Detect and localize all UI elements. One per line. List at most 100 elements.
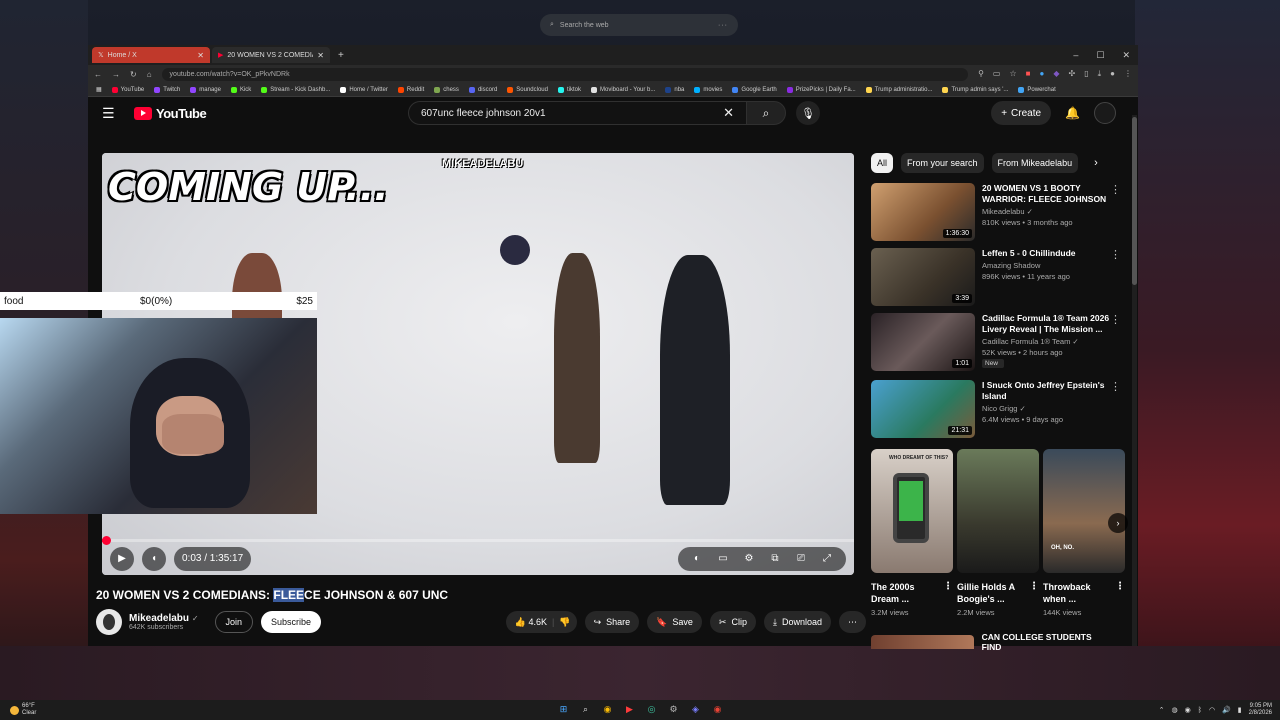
hamburger-menu-icon[interactable]: ☰ (102, 105, 122, 122)
recommendation-channel[interactable]: Amazing Shadow (982, 261, 1112, 270)
recommendation-channel[interactable]: Cadillac Formula 1® Team ✓ (982, 337, 1112, 346)
recommendation-channel[interactable]: Mikeadelabu ✓ (982, 207, 1112, 216)
recommendation-channel[interactable]: Nico Grigg ✓ (982, 404, 1112, 413)
short-title[interactable]: Throwback when ... ⋮ (1043, 581, 1125, 607)
close-icon[interactable]: ✕ (197, 51, 204, 60)
like-button[interactable]: 👍 4.6K (515, 617, 547, 628)
start-windows-icon[interactable]: ⊞ (556, 702, 571, 717)
bookmark-item[interactable]: movies (694, 86, 722, 93)
short-thumbnail[interactable]: OH, NO. (1043, 449, 1125, 573)
chip-from-your-search[interactable]: From your search (901, 153, 984, 173)
video-thumbnail[interactable]: 1:36:30 (871, 183, 975, 241)
chrome-active-icon[interactable]: ◉ (710, 702, 725, 717)
video-thumbnail[interactable]: 21:31 (871, 380, 975, 438)
fullscreen-icon[interactable]: ⤢ (816, 553, 838, 564)
save-button[interactable]: 🔖 Save (647, 611, 702, 633)
play-button[interactable]: ▶ (110, 546, 134, 571)
video-thumbnail[interactable]: 1:01 (871, 313, 975, 371)
search-input[interactable]: 607unc fleece johnson 20v1 ✕ (408, 101, 746, 125)
short-thumbnail[interactable] (957, 449, 1039, 573)
miniplayer-icon[interactable]: ⧉ (764, 553, 786, 564)
desktop-search-bar[interactable]: ⌕ Search the web ··· (540, 14, 738, 36)
bookmark-item[interactable]: discord (468, 86, 497, 93)
edge-icon[interactable]: ◎ (644, 702, 659, 717)
short-thumbnail[interactable]: WHO DREAMT OF THIS? (871, 449, 953, 573)
bookmark-item[interactable]: Reddit (397, 86, 424, 93)
channel-avatar[interactable] (96, 609, 122, 635)
video-thumbnail[interactable] (871, 635, 974, 649)
voice-search-button[interactable]: 🎙 (796, 101, 820, 125)
clear-search-icon[interactable]: ✕ (723, 105, 734, 121)
maximize-button[interactable]: ☐ (1096, 50, 1104, 61)
short-title[interactable]: The 2000s Dream ... ⋮ (871, 581, 953, 607)
tab-youtube-video[interactable]: ▶ 20 WOMEN VS 2 COMEDIANS ✕ (212, 47, 330, 63)
join-button[interactable]: Join (214, 611, 254, 633)
menu-icon[interactable]: ⋮ (1124, 69, 1132, 79)
more-icon[interactable]: ··· (718, 22, 728, 29)
recommendation-item[interactable]: CAN COLLEGE STUDENTS FIND ⋮ (871, 632, 1138, 652)
create-button[interactable]: + Create (991, 101, 1052, 125)
youtube-logo[interactable]: YouTube (134, 106, 207, 121)
shorts-next-button[interactable]: › (1108, 513, 1128, 533)
subtitles-icon[interactable]: ▭ (712, 553, 734, 564)
bookmark-item[interactable]: Powerchat (1018, 86, 1056, 93)
short-item[interactable]: Gillie Holds A Boogie's ... ⋮ 2.2M views (957, 449, 1039, 617)
kebab-menu-icon[interactable]: ⋮ (1110, 183, 1121, 196)
bookmark-item[interactable]: Stream - Kick Dashb... (261, 86, 330, 93)
chevron-up-icon[interactable]: ⌃ (1159, 706, 1165, 714)
extension-icon[interactable]: ● (1040, 69, 1045, 79)
profile-icon[interactable]: ● (1110, 69, 1115, 79)
zoom-icon[interactable]: ⚲ (978, 69, 984, 79)
extension-icon[interactable]: ■ (1026, 69, 1031, 79)
subscribe-button[interactable]: Subscribe (261, 611, 322, 633)
clock[interactable]: 9:05 PM 2/8/2026 (1249, 703, 1272, 717)
search-button[interactable]: ⌕ (746, 101, 786, 125)
bookmark-item[interactable]: chess (434, 86, 459, 93)
kebab-menu-icon[interactable]: ⋮ (1029, 581, 1039, 593)
recommendation-title[interactable]: 20 WOMEN VS 1 BOOTY WARRIOR: FLEECE JOHN… (982, 183, 1112, 205)
short-item[interactable]: OH, NO. Throwback when ... ⋮ 144K views (1043, 449, 1125, 617)
bookmark-item[interactable]: manage (190, 86, 221, 93)
tray-app-icon[interactable]: ◉ (1185, 706, 1191, 714)
discord-icon[interactable]: ◈ (688, 702, 703, 717)
download-button[interactable]: ⤓ Download (763, 611, 831, 633)
kebab-menu-icon[interactable]: ⋮ (1110, 380, 1121, 393)
tray-app-icon[interactable]: ◍ (1172, 706, 1178, 714)
bookmark-item[interactable]: tiktok (557, 86, 581, 93)
home-icon[interactable]: ⌂ (147, 70, 152, 79)
bookmark-item[interactable]: Twitch (154, 86, 180, 93)
settings-gear-icon[interactable]: ⚙ (738, 553, 760, 564)
short-item[interactable]: WHO DREAMT OF THIS? The 2000s Dream ... ⋮… (871, 449, 953, 617)
bluetooth-icon[interactable]: ᛒ (1198, 707, 1202, 714)
url-field[interactable]: youtube.com/watch?v=OK_pPkvNDRk (161, 67, 969, 81)
settings-icon[interactable]: ⚙ (666, 702, 681, 717)
cast-icon[interactable]: ▭ (993, 69, 1001, 79)
sidebar-icon[interactable]: ▯ (1084, 69, 1088, 79)
kebab-menu-icon[interactable]: ⋮ (1110, 248, 1121, 261)
youtube-app-icon[interactable]: ▶ (622, 702, 637, 717)
star-icon[interactable]: ☆ (1009, 69, 1016, 79)
recommendation-item[interactable]: 21:31 I Snuck Onto Jeffrey Epstein's Isl… (871, 380, 1121, 438)
back-icon[interactable]: ← (94, 70, 102, 79)
apps-icon[interactable]: ▦ (96, 86, 102, 93)
recommendation-item[interactable]: 1:36:30 20 WOMEN VS 1 BOOTY WARRIOR: FLE… (871, 183, 1121, 241)
new-tab-button[interactable]: + (332, 50, 350, 61)
chrome-icon[interactable]: ◉ (600, 702, 615, 717)
kebab-menu-icon[interactable]: ⋮ (1115, 581, 1125, 593)
recommendation-title[interactable]: CAN COLLEGE STUDENTS FIND (982, 632, 1112, 652)
minimize-button[interactable]: – (1073, 50, 1078, 61)
kebab-menu-icon[interactable]: ⋮ (1110, 313, 1121, 326)
account-avatar[interactable] (1094, 102, 1116, 124)
close-window-button[interactable]: ✕ (1122, 50, 1130, 61)
recommendation-item[interactable]: 1:01 Cadillac Formula 1® Team 2026 Liver… (871, 313, 1121, 371)
bookmark-item[interactable]: Trump administratio... (865, 86, 932, 93)
extension-icon[interactable]: ◆ (1053, 69, 1059, 79)
recommendation-title[interactable]: Cadillac Formula 1® Team 2026 Livery Rev… (982, 313, 1112, 335)
clip-button[interactable]: ✂ Clip (709, 611, 756, 633)
bookmark-item[interactable]: Moviboard - Your b... (591, 86, 655, 93)
speaker-icon[interactable]: 🔊 (1222, 706, 1231, 714)
weather-widget[interactable]: 66°F Clear (0, 703, 36, 717)
wifi-icon[interactable]: ◠ (1209, 706, 1215, 714)
forward-icon[interactable]: → (112, 70, 120, 79)
reload-icon[interactable]: ↻ (130, 70, 137, 79)
